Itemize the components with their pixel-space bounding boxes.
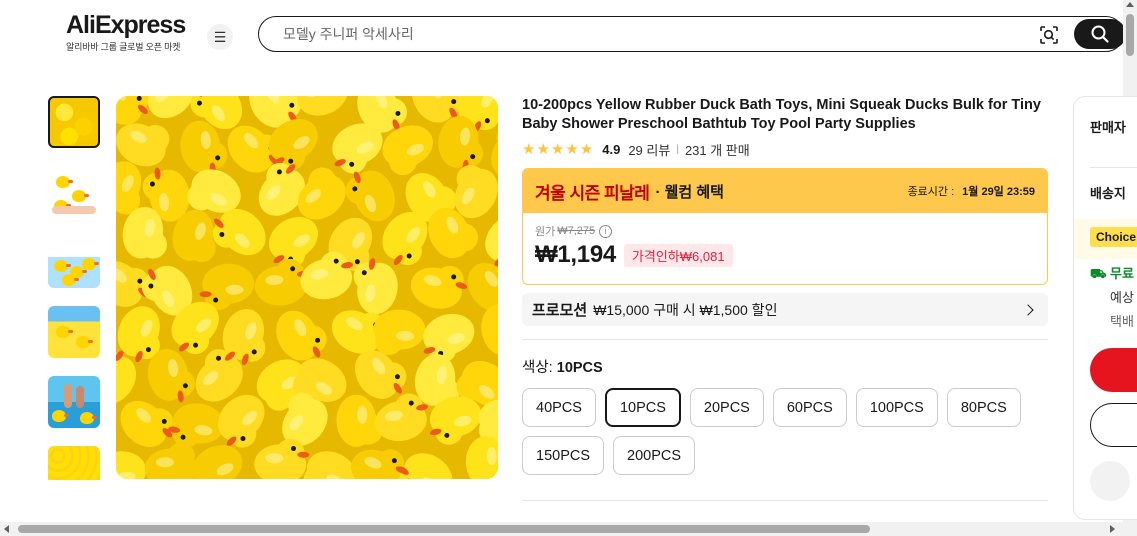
- separator: |: [676, 143, 679, 155]
- truck-icon: ⛟: [1090, 266, 1107, 281]
- price-section: 원가 ₩7,275 i ₩1,194 가격인하₩6,081: [523, 213, 1047, 279]
- thumbnail-6[interactable]: [48, 446, 100, 480]
- duck-image: [62, 274, 79, 286]
- color-options: 40PCS 10PCS 20PCS 60PCS 100PCS 80PCS 150PCS 200…: [522, 388, 1052, 475]
- add-to-cart-button[interactable]: [1090, 403, 1137, 447]
- color-option-10pcs[interactable]: 10PCS: [604, 388, 681, 427]
- chevron-right-icon: [1022, 303, 1034, 316]
- scroll-right-arrow-icon[interactable]: [1110, 525, 1115, 533]
- color-option-40pcs[interactable]: 40PCS: [522, 388, 596, 427]
- price-row: ₩1,194 가격인하₩6,081: [535, 241, 1035, 269]
- promotion-text: ₩15,000 구매 시 ₩1,500 할인: [593, 301, 778, 318]
- original-price-row: 원가 ₩7,275 i: [535, 223, 1035, 239]
- person-image: [76, 386, 84, 408]
- divider: [522, 500, 1048, 501]
- sale-end-time: 종료시간 : 1월 29일 23:59: [908, 183, 1035, 199]
- color-option-80pcs[interactable]: 80PCS: [946, 388, 1021, 427]
- promotion-label: 프로모션: [532, 302, 588, 319]
- duck-image: [82, 258, 99, 270]
- color-option-20pcs[interactable]: 20PCS: [689, 388, 764, 427]
- thumbnail-2[interactable]: [48, 166, 100, 218]
- hamburger-icon: ☰: [213, 28, 227, 45]
- rating-row[interactable]: ★★★★★ 4.9 29 리뷰 | 231 개 판매: [522, 140, 750, 158]
- search-button[interactable]: [1074, 19, 1126, 49]
- logo-subtitle: 알리바바 그룹 글로벌 오픈 마켓: [66, 42, 181, 52]
- duck-image: [76, 336, 93, 348]
- free-shipping: ⛟ 무료: [1090, 263, 1134, 284]
- thumbnail-3[interactable]: [48, 236, 100, 288]
- horizontal-scrollbar[interactable]: [0, 522, 1137, 536]
- duck-image: [56, 326, 73, 338]
- sale-banner: 겨울 시즌 피날레 · 웰컴 혜택 종료시간 : 1월 29일 23:59: [523, 169, 1047, 213]
- sale-end-label: 종료시간 :: [907, 186, 955, 198]
- sale-price-box: 겨울 시즌 피날레 · 웰컴 혜택 종료시간 : 1월 29일 23:59 원가…: [522, 168, 1048, 285]
- thumbnail-4[interactable]: [48, 306, 100, 358]
- free-shipping-text: 무료: [1109, 266, 1134, 281]
- star-rating-icon: ★★★★★: [522, 141, 595, 158]
- aliexpress-logo[interactable]: AliExpress 알리바바 그룹 글로벌 오픈 마켓: [66, 12, 196, 53]
- duck-image: [54, 260, 71, 272]
- search-input[interactable]: [283, 24, 983, 44]
- sale-end-value: 1월 29일 23:59: [962, 186, 1035, 198]
- sold-count: 231 개 판매: [684, 142, 750, 158]
- current-price: ₩1,194: [535, 241, 616, 268]
- sale-title: 겨울 시즌 피날레: [535, 183, 650, 203]
- thumbnail-5[interactable]: [48, 376, 100, 428]
- thumbnail-1[interactable]: [48, 96, 100, 148]
- hand-image: [52, 206, 96, 214]
- duck-image: [56, 176, 73, 188]
- duck-image: [52, 410, 69, 422]
- divider: [1090, 167, 1137, 168]
- menu-button[interactable]: ☰: [207, 24, 233, 50]
- duck-image: [72, 190, 89, 202]
- buy-now-button[interactable]: [1090, 348, 1137, 392]
- scroll-up-arrow-icon[interactable]: [1126, 2, 1134, 7]
- purchase-panel: 판매자 배송지 Choice ⛟ 무료 예상 택배: [1073, 96, 1137, 520]
- camera-search-icon[interactable]: [1038, 24, 1060, 46]
- product-page: AliExpress 알리바바 그룹 글로벌 오픈 마켓 ☰ 모델y 주니퍼 악…: [0, 0, 1137, 536]
- discount-badge: 가격인하₩6,081: [623, 243, 733, 267]
- search-icon: [1091, 25, 1109, 43]
- horizontal-scrollbar-thumb[interactable]: [18, 525, 870, 533]
- courier-info: 택배: [1110, 314, 1134, 329]
- color-option-200pcs[interactable]: 200PCS: [613, 436, 696, 475]
- choice-badge: Choice: [1090, 227, 1137, 247]
- share-button[interactable]: [1090, 461, 1130, 501]
- seller-label[interactable]: 판매자: [1090, 117, 1126, 136]
- divider: [522, 339, 1048, 340]
- info-icon[interactable]: i: [599, 224, 613, 238]
- original-price-label: 원가: [535, 226, 556, 238]
- logo-text: AliExpress: [66, 11, 186, 39]
- main-product-image[interactable]: [116, 96, 498, 479]
- color-label: 색상: 10PCS: [522, 356, 603, 377]
- shipping-label[interactable]: 배송지: [1090, 183, 1126, 202]
- review-count[interactable]: 29 리뷰: [628, 140, 670, 159]
- sale-subtitle: · 웰컴 혜택: [655, 183, 724, 201]
- color-label-prefix: 색상:: [522, 360, 557, 376]
- product-title: 10-200pcs Yellow Rubber Duck Bath Toys, …: [522, 97, 1041, 132]
- vertical-scrollbar-thumb[interactable]: [1126, 14, 1134, 56]
- thumbnail-list: [48, 96, 102, 480]
- color-option-100pcs[interactable]: 100PCS: [855, 388, 938, 427]
- color-selected-value: 10PCS: [556, 360, 603, 376]
- color-option-150pcs[interactable]: 150PCS: [522, 436, 605, 475]
- duck-image: [80, 412, 97, 424]
- promotion-banner[interactable]: 프로모션 ₩15,000 구매 시 ₩1,500 할인: [522, 293, 1048, 326]
- delivery-estimate: 예상: [1110, 290, 1134, 305]
- search-bar: [258, 16, 1126, 52]
- original-price: ₩7,275: [557, 225, 596, 237]
- scroll-left-arrow-icon[interactable]: [4, 525, 9, 533]
- person-image: [64, 384, 72, 408]
- color-option-60pcs[interactable]: 60PCS: [772, 388, 847, 427]
- rating-value: 4.9: [602, 141, 621, 157]
